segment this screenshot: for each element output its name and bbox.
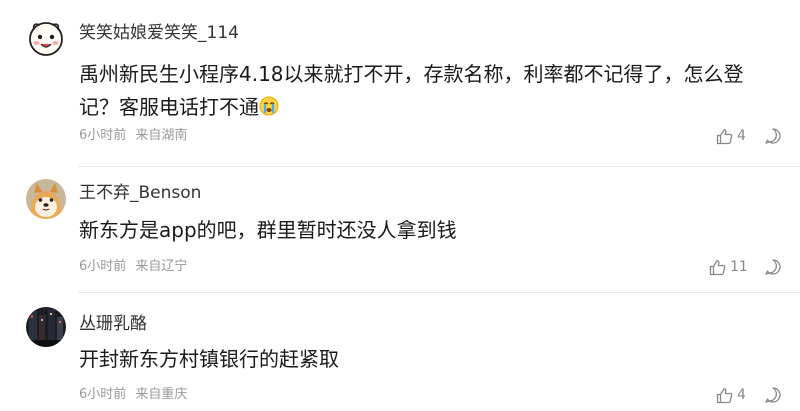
timestamp: 6小时前 [79, 259, 127, 274]
avatar[interactable] [26, 179, 66, 219]
like-button[interactable]: 11 [709, 258, 748, 276]
location: 来自湖南 [135, 128, 188, 143]
like-count: 4 [737, 387, 746, 403]
comment-text: 开封新东方村镇银行的赶紧取 [79, 343, 789, 376]
comment-meta: 6小时前 来自湖南 [79, 127, 187, 145]
location: 来自重庆 [135, 387, 188, 402]
comment-list: 笑笑姑娘爱笑笑_114 禹州新民生小程序4.18以来就打不开，存款名称，利率都不… [0, 0, 800, 411]
comment-text-line: 新东方是app的吧，群里暂时还没人拿到钱 [79, 218, 457, 242]
timestamp: 6小时前 [79, 387, 127, 402]
comment-reply-icon[interactable] [764, 258, 782, 276]
username[interactable]: 王不弃_Benson [79, 182, 201, 204]
comment-text-line: 记？客服电话打不通 [79, 91, 789, 124]
avatar[interactable] [26, 18, 66, 58]
comment-item: 丛珊乳酪 开封新东方村镇银行的赶紧取 6小时前 来自重庆 4 [0, 293, 800, 411]
username[interactable]: 笑笑姑娘爱笑笑_114 [79, 22, 239, 44]
comment-item: 笑笑姑娘爱笑笑_114 禹州新民生小程序4.18以来就打不开，存款名称，利率都不… [0, 0, 800, 167]
comment-text: 禹州新民生小程序4.18以来就打不开，存款名称，利率都不记得了，怎么登 记？客服… [79, 58, 789, 124]
thumbs-up-icon [716, 128, 733, 144]
thumbs-up-icon [709, 259, 726, 275]
avatar[interactable] [26, 307, 66, 347]
comment-text: 新东方是app的吧，群里暂时还没人拿到钱 [79, 214, 789, 247]
comment-text-line: 禹州新民生小程序4.18以来就打不开，存款名称，利率都不记得了，怎么登 [79, 62, 744, 86]
like-count: 11 [730, 259, 748, 275]
comment-reply-icon[interactable] [764, 386, 782, 404]
dark-photo-avatar-icon [26, 307, 66, 347]
username[interactable]: 丛珊乳酪 [79, 313, 147, 335]
comment-text-line: 开封新东方村镇银行的赶紧取 [79, 347, 339, 371]
comment-meta: 6小时前 来自重庆 [79, 386, 187, 404]
like-button[interactable]: 4 [716, 127, 746, 145]
location: 来自辽宁 [135, 259, 188, 274]
like-count: 4 [737, 128, 746, 144]
timestamp: 6小时前 [79, 128, 127, 143]
like-button[interactable]: 4 [716, 386, 746, 404]
comment-item: 王不弃_Benson 新东方是app的吧，群里暂时还没人拿到钱 6小时前 来自辽… [0, 167, 800, 292]
thumbs-up-icon [716, 387, 733, 403]
cartoon-bun-avatar-icon [26, 18, 66, 58]
crying-face-icon [259, 96, 279, 116]
shiba-dog-avatar-icon [26, 179, 66, 219]
comment-reply-icon[interactable] [764, 127, 782, 145]
comment-text-segment: 记？客服电话打不通 [79, 95, 259, 119]
comment-meta: 6小时前 来自辽宁 [79, 258, 187, 276]
